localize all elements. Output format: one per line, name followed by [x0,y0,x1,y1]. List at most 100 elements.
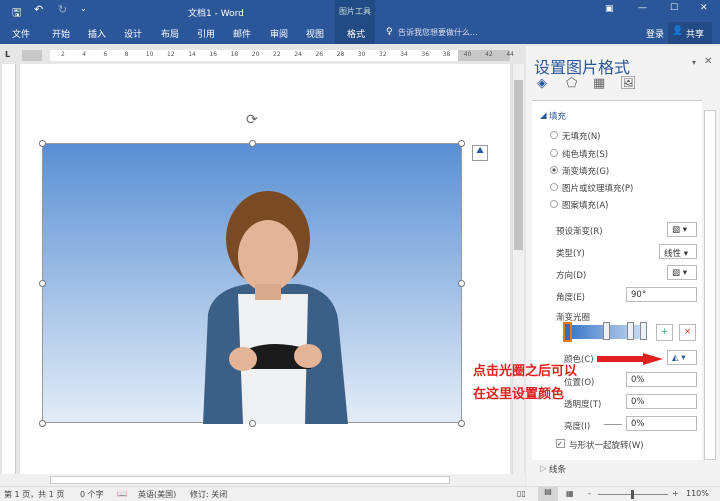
tab-insert[interactable]: 插入 [88,27,106,40]
resize-handle[interactable] [249,140,256,147]
color-picker-button[interactable]: ◭ ▾ [667,350,697,365]
picture-fill-label[interactable]: 图片或纹理填充(P) [562,182,633,194]
transparency-spinner[interactable]: 0% [626,394,697,409]
web-layout-icon[interactable]: ▦ [566,489,574,498]
horizontal-scrollbar[interactable] [0,474,525,486]
pattern-fill-label[interactable]: 图案填充(A) [562,199,608,211]
print-layout-icon[interactable]: ▤ [538,487,558,501]
zoom-level[interactable]: 110% [686,489,709,498]
gradient-fill-label[interactable]: 渐变填充(G) [562,165,609,177]
resize-handle[interactable] [458,280,465,287]
resize-handle[interactable] [458,140,465,147]
save-icon[interactable]: 🖫 [12,4,21,23]
picture-icon[interactable]: 🖼 [620,76,637,91]
brightness-slider[interactable] [604,424,622,425]
language-indicator[interactable]: 英语(美国) [138,489,176,500]
pane-options-icon[interactable]: ▾ [692,58,696,67]
lightbulb-icon: ♀ [386,27,393,37]
tab-selector[interactable]: L [5,50,10,59]
close-icon[interactable]: ✕ [700,3,708,13]
fill-section-header[interactable]: 填充 [549,110,566,122]
direction-dropdown[interactable]: ▧ ▾ [667,265,697,280]
zoom-out-button[interactable]: - [588,489,591,498]
tab-view[interactable]: 视图 [306,27,324,40]
line-section-header[interactable]: 线条 [549,463,566,475]
zoom-in-button[interactable]: + [672,489,679,498]
ruler-tick: 16 [209,51,218,58]
ruler-tick: 30 [357,51,366,58]
h-scroll-thumb[interactable] [50,476,450,484]
ruler-tick: 38 [442,51,451,58]
preset-dropdown[interactable]: ▧ ▾ [667,222,697,237]
rotate-with-shape-checkbox[interactable]: ✓ [556,439,565,448]
type-dropdown[interactable]: 线性 ▾ [659,244,697,259]
no-fill-label[interactable]: 无填充(N) [562,130,601,142]
ruler-tick: 32 [379,51,387,58]
maximize-icon[interactable]: ☐ [670,3,678,13]
ribbon-display-icon[interactable]: ▣ [605,4,614,14]
tab-references[interactable]: 引用 [197,27,215,40]
angle-label: 角度(E) [556,293,586,303]
radio-picture-fill[interactable] [550,183,558,191]
undo-icon[interactable]: ↶ [34,3,43,16]
radio-gradient-fill[interactable] [550,166,558,174]
fill-collapse-icon[interactable]: ◢ [540,111,547,121]
tab-review[interactable]: 审阅 [270,27,288,40]
remove-stop-icon[interactable]: × [679,324,696,341]
share-button[interactable]: 👤 共享 [668,22,712,44]
tab-mailings[interactable]: 邮件 [233,27,251,40]
customize-icon[interactable]: ⌄ [80,4,87,13]
tell-me-input[interactable]: 告诉我您想要做什么... [398,27,478,38]
effects-icon[interactable]: ⬠ [566,76,577,91]
resize-handle[interactable] [39,420,46,427]
add-stop-icon[interactable]: + [656,324,673,341]
page-count[interactable]: 第 1 页，共 1 页 [4,489,64,500]
pane-close-icon[interactable]: ✕ [704,56,712,67]
resize-handle[interactable] [39,280,46,287]
tab-file[interactable]: 文件 [12,27,30,40]
word-count[interactable]: 0 个字 [80,489,104,500]
gradient-stop[interactable] [603,322,610,340]
radio-no-fill[interactable] [550,131,558,139]
ruler-tick: 8 [124,51,129,58]
proofing-icon[interactable]: 📖 [117,489,127,498]
read-mode-icon[interactable]: ▯▯ [517,489,526,498]
angle-spinner[interactable]: 90° [626,287,697,302]
window-title: 文档1 - Word [188,9,244,19]
gradient-stop-selected[interactable] [563,322,572,342]
zoom-slider-thumb[interactable] [631,490,634,499]
brightness-spinner[interactable]: 0% [626,416,697,431]
tab-home[interactable]: 开始 [52,27,70,40]
login-link[interactable]: 登录 [646,27,664,40]
type-label: 类型(Y) [556,249,585,259]
resize-handle[interactable] [458,420,465,427]
position-spinner[interactable]: 0% [626,372,697,387]
tab-format[interactable]: 格式 [347,27,365,40]
brightness-label: 亮度(I) [564,422,591,432]
layout-size-icon[interactable]: ▦ [593,76,605,91]
gradient-stop[interactable] [640,322,647,340]
redo-icon[interactable]: ↻ [58,3,67,16]
minimize-icon[interactable]: — [638,3,647,13]
vertical-ruler[interactable] [2,64,16,474]
pane-scrollbar[interactable] [704,110,716,460]
rotate-with-shape-label[interactable]: 与形状一起旋转(W) [569,439,644,451]
gradient-stop[interactable] [627,322,634,340]
ruler-tick: 14 [188,51,196,58]
tab-layout[interactable]: 布局 [161,27,179,40]
rotate-handle-icon[interactable]: ⟳ [246,112,258,128]
resize-handle[interactable] [39,140,46,147]
track-changes-status[interactable]: 修订: 关闭 [190,489,227,500]
radio-solid-fill[interactable] [550,149,558,157]
solid-fill-label[interactable]: 纯色填充(S) [562,148,608,160]
line-expand-icon[interactable]: ▷ [540,464,547,474]
tab-design[interactable]: 设计 [124,27,142,40]
ruler-tick: 36 [421,51,430,58]
fill-line-icon[interactable]: ◈ [537,76,547,91]
resize-handle[interactable] [249,420,256,427]
radio-pattern-fill[interactable] [550,200,558,208]
ruler-tick: 24 [294,51,302,58]
selected-picture[interactable] [39,140,465,427]
layout-options-icon[interactable]: ⛰ [472,145,488,161]
scrollbar-thumb[interactable] [514,80,523,250]
